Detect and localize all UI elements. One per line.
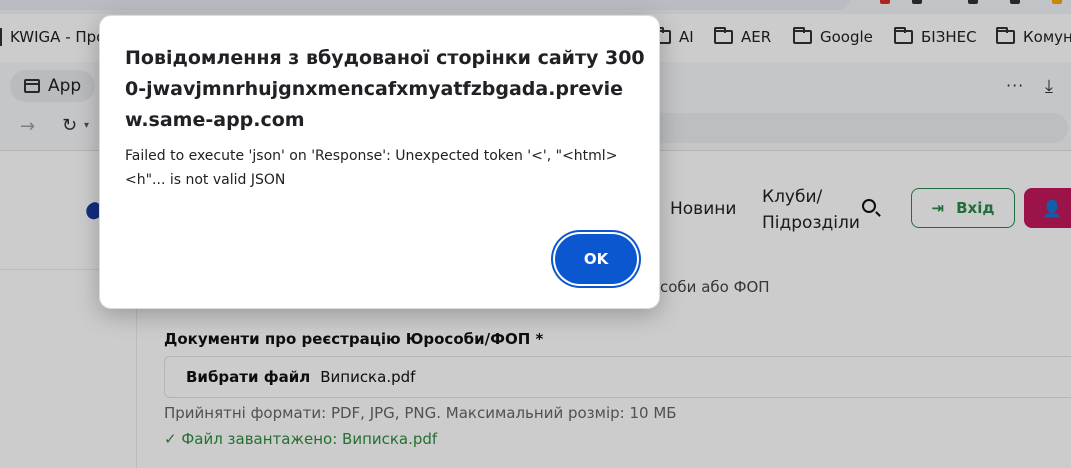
ok-button[interactable]: OK: [555, 234, 637, 284]
dialog-message: Failed to execute 'json' on 'Response': …: [125, 148, 618, 188]
alert-dialog: Повідомлення з вбудованої сторінки сайту…: [99, 15, 660, 309]
dialog-title: Повідомлення з вбудованої сторінки сайту…: [125, 47, 645, 131]
